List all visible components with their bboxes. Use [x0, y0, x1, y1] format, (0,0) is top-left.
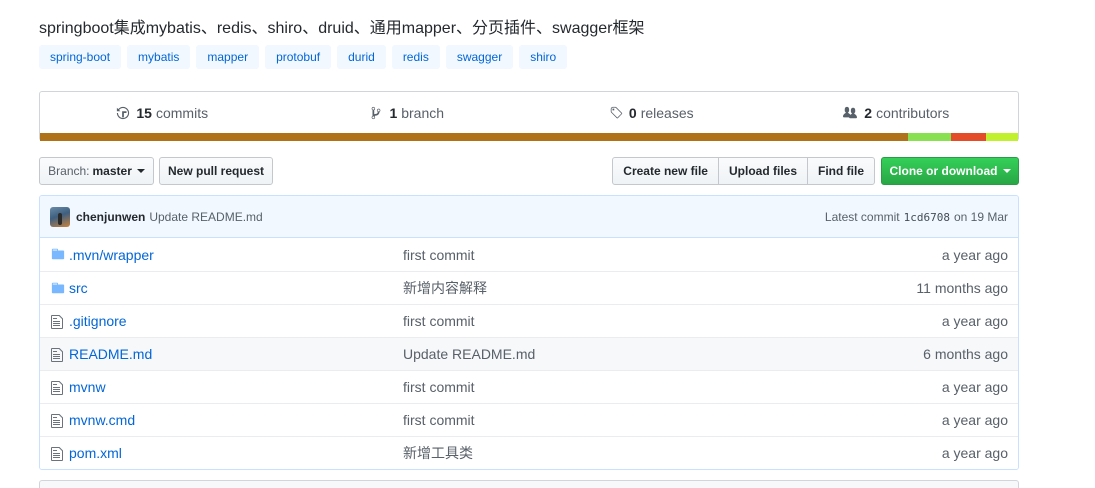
commit-date: on 19 Mar: [953, 210, 1008, 224]
file-commit-message[interactable]: first commit: [403, 379, 475, 395]
file-name-link[interactable]: mvnw: [69, 379, 106, 395]
history-icon: [117, 106, 130, 120]
repo-description: springboot集成mybatis、redis、shiro、druid、通用…: [39, 20, 645, 37]
topic-tag[interactable]: swagger: [445, 45, 514, 69]
git-branch-icon: [372, 106, 381, 120]
file-row: .mvn/wrapper first commit a year ago: [40, 238, 1018, 271]
latest-commit-info: Latest commit 1cd6708 on 19 Mar: [825, 196, 1008, 238]
file-commit-message[interactable]: 新增内容解释: [403, 278, 487, 298]
commit-message[interactable]: Update README.md: [149, 210, 262, 224]
file-row: README.md Update README.md 6 months ago: [40, 337, 1018, 370]
branches-count: 1: [389, 105, 398, 121]
topic-tag[interactable]: protobuf: [265, 45, 332, 69]
commit-author[interactable]: chenjunwen: [76, 210, 145, 224]
file-commit-message[interactable]: 新增工具类: [403, 443, 473, 463]
upload-files-button[interactable]: Upload files: [717, 157, 808, 185]
file-icon: [50, 314, 66, 329]
contributors-count: 2: [864, 105, 873, 121]
find-file-button[interactable]: Find file: [807, 157, 875, 185]
language-bar-segment[interactable]: [40, 133, 909, 141]
commits-count: 15: [136, 105, 152, 121]
branches-link[interactable]: 1 branch: [285, 92, 530, 134]
topics-list: spring-boot mybatis mapper protobuf duri…: [39, 45, 568, 69]
file-age: a year ago: [941, 313, 1008, 329]
file-age: a year ago: [941, 445, 1008, 461]
file-row: src 新增内容解释 11 months ago: [40, 271, 1018, 304]
contributors-link[interactable]: 2 contributors: [774, 92, 1019, 134]
create-new-file-button[interactable]: Create new file: [612, 157, 719, 185]
file-icon: [50, 380, 66, 395]
new-pull-request-button[interactable]: New pull request: [159, 157, 273, 185]
commits-label: commits: [155, 105, 209, 121]
file-actions-group: Create new file Upload files Find file: [612, 157, 875, 185]
avatar[interactable]: [50, 206, 70, 227]
branch-select-button[interactable]: Branch: master: [39, 157, 154, 185]
file-commit-message[interactable]: Update README.md: [403, 346, 535, 362]
language-bar-segment[interactable]: [908, 133, 951, 141]
tag-icon: [610, 106, 623, 119]
releases-link[interactable]: 0 releases: [529, 92, 774, 134]
file-age: 11 months ago: [916, 280, 1008, 296]
language-bar-segment[interactable]: [950, 133, 986, 141]
topic-tag[interactable]: durid: [337, 45, 386, 69]
folder-icon: [50, 281, 66, 295]
file-commit-message[interactable]: first commit: [403, 313, 475, 329]
file-name-link[interactable]: .mvn/wrapper: [69, 247, 154, 263]
file-icon: [50, 413, 66, 428]
file-name-link[interactable]: mvnw.cmd: [69, 412, 135, 428]
file-age: a year ago: [941, 379, 1008, 395]
topic-tag[interactable]: spring-boot: [39, 45, 122, 69]
latest-commit-bar: chenjunwen Update README.md Latest commi…: [40, 196, 1018, 238]
branch-select-value: master: [92, 164, 132, 178]
commits-link[interactable]: 15 commits: [40, 92, 285, 134]
chevron-down-icon: [1002, 169, 1011, 173]
branches-label: branch: [401, 105, 445, 121]
file-age: 6 months ago: [923, 346, 1008, 362]
language-bar[interactable]: [40, 133, 1018, 141]
commit-sha[interactable]: 1cd6708: [904, 211, 950, 224]
latest-commit-prefix: Latest commit: [824, 210, 900, 224]
file-toolbar: Branch: master New pull request Create n…: [39, 157, 1019, 185]
file-name-link[interactable]: README.md: [69, 346, 152, 362]
topic-tag[interactable]: shiro: [519, 45, 568, 69]
branch-select-label: Branch:: [48, 164, 90, 178]
repo-summary: 15 commits 1 branch 0 releases 2 contrib…: [39, 91, 1019, 141]
people-icon: [843, 106, 858, 119]
releases-count: 0: [628, 105, 637, 121]
file-icon: [50, 347, 66, 362]
file-list: .mvn/wrapper first commit a year ago src 新增内…: [40, 238, 1018, 469]
topic-tag[interactable]: mapper: [196, 45, 260, 69]
file-row: pom.xml 新增工具类 a year ago: [40, 436, 1018, 469]
file-name-link[interactable]: pom.xml: [69, 445, 122, 461]
readme-box: [39, 480, 1019, 488]
file-row: mvnw.cmd first commit a year ago: [40, 403, 1018, 436]
clone-label: Clone or download: [889, 164, 998, 178]
folder-icon: [50, 247, 66, 261]
file-age: a year ago: [941, 246, 1008, 263]
file-table: chenjunwen Update README.md Latest commi…: [39, 195, 1019, 470]
topic-tag[interactable]: mybatis: [127, 45, 191, 69]
contributors-label: contributors: [876, 105, 950, 121]
topic-tag[interactable]: redis: [391, 45, 440, 69]
language-bar-segment[interactable]: [985, 133, 1018, 141]
file-commit-message[interactable]: first commit: [403, 247, 475, 263]
clone-or-download-button[interactable]: Clone or download: [881, 157, 1019, 185]
file-age: a year ago: [941, 412, 1008, 428]
file-icon: [50, 446, 66, 461]
file-row: .gitignore first commit a year ago: [40, 304, 1018, 337]
file-name-link[interactable]: src: [69, 280, 88, 296]
chevron-down-icon: [136, 169, 145, 173]
file-name-link[interactable]: .gitignore: [69, 313, 127, 329]
file-commit-message[interactable]: first commit: [403, 412, 475, 428]
releases-label: releases: [640, 105, 694, 121]
file-row: mvnw first commit a year ago: [40, 370, 1018, 403]
